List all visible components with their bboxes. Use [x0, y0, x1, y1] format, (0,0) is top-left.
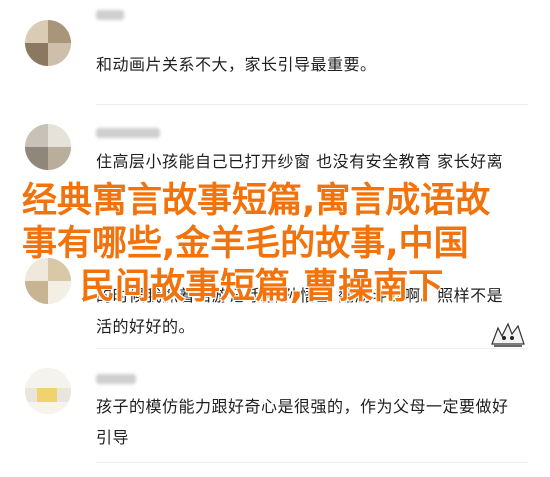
avatar[interactable]: [25, 20, 71, 66]
overlay-line: 民间故事短篇,曹操南下: [80, 267, 444, 307]
comment-text: 和动画片关系不大，家长引导最重要。: [96, 55, 377, 74]
divider: [96, 462, 528, 463]
cartoon-sticker-icon: [488, 318, 528, 350]
comment-text: 孩子的模仿能力跟好奇心是很强的，作为父母一定要做好引导: [96, 397, 509, 447]
overlay-line: 事有哪些,金羊毛的故事,中国: [22, 224, 469, 264]
overlay-headline: 经典寓言故事短篇,寓言成语故 事有哪些,金羊毛的故事,中国 民间故事短篇,曹操南…: [22, 180, 532, 309]
avatar[interactable]: [25, 368, 71, 414]
divider: [96, 348, 528, 349]
username: [96, 10, 124, 20]
username: [96, 374, 136, 384]
username: [96, 128, 160, 138]
avatar[interactable]: [25, 124, 71, 170]
overlay-line: 经典寓言故事短篇,寓言成语故: [22, 181, 491, 221]
divider: [96, 104, 528, 105]
